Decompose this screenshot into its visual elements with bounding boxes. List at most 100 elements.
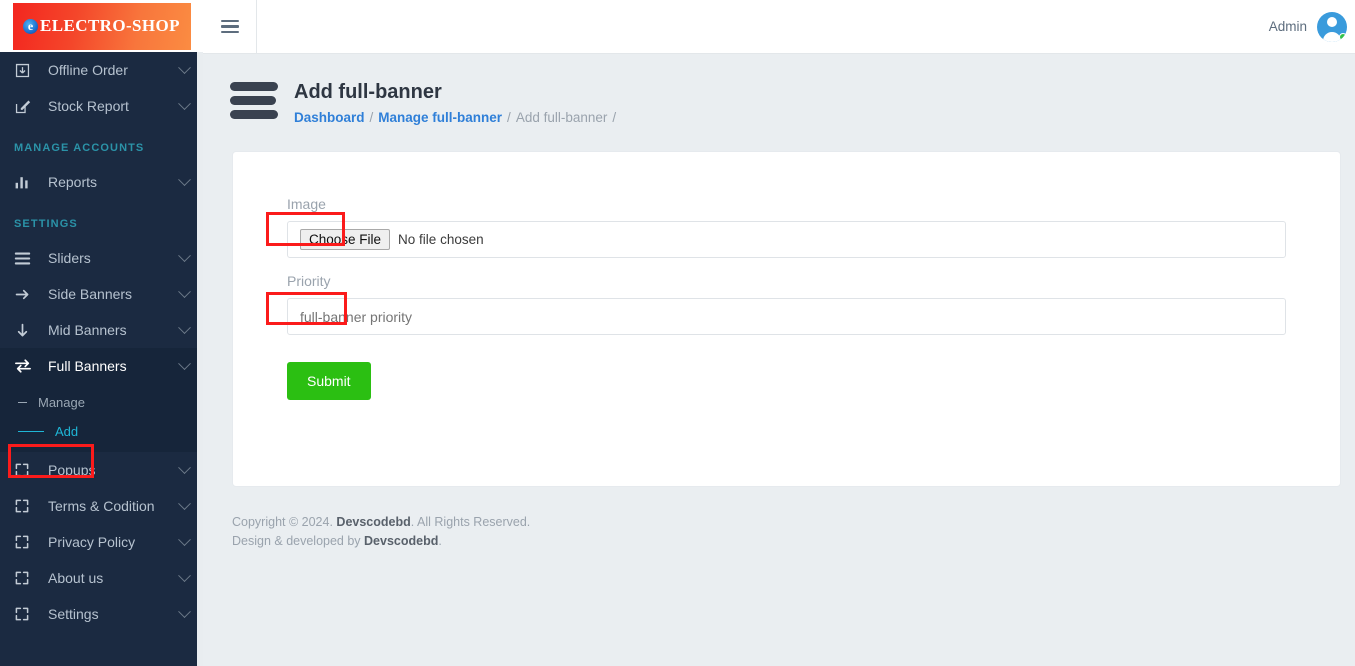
breadcrumb: Dashboard / Manage full-banner / Add ful… bbox=[294, 110, 616, 125]
sidebar-subitem-label: Manage bbox=[38, 395, 85, 410]
breadcrumb-dashboard[interactable]: Dashboard bbox=[294, 110, 365, 125]
page-header-bars-icon bbox=[230, 81, 278, 124]
page-header-text: Add full-banner Dashboard / Manage full-… bbox=[294, 80, 616, 125]
expand-arrows-icon bbox=[14, 605, 36, 623]
sidebar-item-label: Settings bbox=[48, 606, 99, 622]
sidebar-item-label: Side Banners bbox=[48, 286, 133, 302]
sidebar-item-settings[interactable]: Settings bbox=[0, 596, 203, 632]
sidebar-item-sliders[interactable]: Sliders bbox=[0, 240, 203, 276]
chevron-down-icon bbox=[178, 172, 191, 186]
sidebar-item-terms-condition[interactable]: Terms & Codition bbox=[0, 488, 203, 524]
sidebar-item-label: Sliders bbox=[48, 250, 91, 266]
menu-toggle-button[interactable] bbox=[203, 0, 257, 54]
footer-brand: Devscodebd bbox=[336, 515, 411, 529]
chevron-down-icon bbox=[178, 568, 191, 582]
breadcrumb-separator: / bbox=[369, 110, 374, 125]
hamburger-icon bbox=[220, 17, 239, 37]
avatar-head bbox=[1327, 16, 1337, 27]
page-header: Add full-banner Dashboard / Manage full-… bbox=[203, 54, 1355, 125]
sidebar-scrollbar[interactable] bbox=[197, 52, 203, 666]
footer-brand: Devscodebd bbox=[364, 534, 439, 549]
breadcrumb-manage-full-banner[interactable]: Manage full-banner bbox=[378, 110, 502, 125]
sidebar-item-privacy-policy[interactable]: Privacy Policy bbox=[0, 524, 203, 560]
submit-button[interactable]: Submit bbox=[287, 362, 371, 400]
chevron-down-icon bbox=[178, 496, 191, 510]
breadcrumb-separator-trailing: / bbox=[612, 110, 617, 125]
sidebar-section-settings: SETTINGS bbox=[14, 218, 78, 230]
breadcrumb-separator: / bbox=[507, 110, 511, 125]
chevron-down-icon bbox=[178, 248, 191, 262]
expand-arrows-icon bbox=[14, 569, 36, 587]
arrow-down-icon bbox=[14, 321, 36, 339]
sidebar-item-label: About us bbox=[48, 570, 104, 586]
sidebar-item-label: Full Banners bbox=[48, 358, 127, 374]
sidebar-subitem-label: Add bbox=[55, 424, 79, 439]
sidebar-item-label: Offline Order bbox=[48, 62, 128, 78]
priority-label: Priority bbox=[287, 273, 331, 289]
user-menu[interactable]: Admin bbox=[1268, 11, 1355, 42]
sidebar-item-label: Reports bbox=[48, 174, 98, 190]
chevron-down-icon bbox=[178, 356, 191, 370]
breadcrumb-current: Add full-banner bbox=[515, 110, 608, 125]
edit-square-icon bbox=[14, 97, 36, 115]
sidebar-item-mid-banners[interactable]: Mid Banners bbox=[0, 312, 203, 348]
sidebar-item-popups[interactable]: Popups bbox=[0, 452, 203, 488]
arrow-right-icon bbox=[14, 285, 36, 303]
sidebar-item-label: Stock Report bbox=[48, 98, 129, 114]
choose-file-button[interactable]: Choose File bbox=[300, 229, 391, 250]
sidebar-subitem-manage[interactable]: Manage bbox=[0, 388, 203, 417]
sidebar-item-label: Mid Banners bbox=[48, 322, 127, 338]
footer-copyright-pre: Copyright © 2024. bbox=[232, 515, 337, 529]
sidebar-section-manage-accounts: MANAGE ACCOUNTS bbox=[14, 142, 145, 154]
chevron-down-icon bbox=[178, 532, 191, 546]
footer: Copyright © 2024. Devscodebd. All Rights… bbox=[203, 487, 1355, 552]
sidebar-subitem-add[interactable]: Add bbox=[0, 417, 203, 446]
footer-copyright-line: Copyright © 2024. Devscodebd. All Rights… bbox=[232, 513, 1355, 532]
dash-icon bbox=[18, 430, 44, 433]
status-online-dot bbox=[1339, 32, 1347, 41]
footer-credit-post: . bbox=[438, 534, 442, 549]
user-avatar-icon[interactable] bbox=[1317, 11, 1347, 42]
image-file-input[interactable]: Choose File No file chosen bbox=[287, 221, 1286, 258]
logo-gradient-plate: e ELECTRO-SHOP bbox=[12, 2, 191, 50]
footer-credit-pre: Design & developed by bbox=[232, 534, 365, 549]
sidebar-scroll-area: Offline Order Stock Report MANAGE ACCOUN… bbox=[0, 52, 203, 666]
priority-input[interactable] bbox=[287, 298, 1286, 335]
user-name-label: Admin bbox=[1268, 19, 1307, 34]
menu-lines-icon bbox=[14, 249, 36, 267]
sidebar-item-offline-order[interactable]: Offline Order bbox=[0, 52, 203, 88]
app-root: e ELECTRO-SHOP Offline Order Stock Repor… bbox=[0, 0, 1355, 666]
expand-arrows-icon bbox=[14, 461, 36, 479]
sidebar-item-reports[interactable]: Reports bbox=[0, 164, 203, 200]
page-title: Add full-banner bbox=[294, 81, 442, 103]
sidebar: e ELECTRO-SHOP Offline Order Stock Repor… bbox=[0, 0, 203, 666]
sidebar-item-label: Popups bbox=[48, 462, 96, 478]
main-area: Admin Add full-banner Dashboard / Manage… bbox=[203, 0, 1355, 666]
sidebar-item-about-us[interactable]: About us bbox=[0, 560, 203, 596]
logo-e-icon: e bbox=[23, 18, 39, 34]
expand-arrows-icon bbox=[14, 497, 36, 515]
add-full-banner-form: Image Choose File No file chosen Priorit… bbox=[233, 152, 1340, 400]
chevron-down-icon bbox=[178, 284, 191, 298]
exchange-arrows-icon bbox=[14, 357, 36, 375]
download-box-icon bbox=[14, 61, 36, 79]
topbar: Admin bbox=[203, 0, 1355, 54]
footer-copyright-post: . All Rights Reserved. bbox=[410, 515, 531, 529]
brand-logo[interactable]: e ELECTRO-SHOP bbox=[0, 0, 203, 52]
sidebar-item-label: Privacy Policy bbox=[48, 534, 136, 550]
expand-arrows-icon bbox=[14, 533, 36, 551]
image-label: Image bbox=[287, 196, 326, 212]
bar-chart-icon bbox=[14, 173, 36, 191]
sidebar-item-stock-report[interactable]: Stock Report bbox=[0, 88, 203, 124]
sidebar-submenu-full-banners: Manage Add bbox=[0, 384, 203, 452]
form-card: Image Choose File No file chosen Priorit… bbox=[232, 151, 1341, 487]
chevron-down-icon bbox=[178, 460, 191, 474]
dash-icon bbox=[18, 401, 27, 404]
sidebar-item-side-banners[interactable]: Side Banners bbox=[0, 276, 203, 312]
chevron-down-icon bbox=[178, 604, 191, 618]
sidebar-item-full-banners[interactable]: Full Banners bbox=[0, 348, 203, 384]
footer-credit-line: Design & developed by Devscodebd. bbox=[232, 532, 1355, 551]
chevron-down-icon bbox=[178, 96, 191, 110]
form-spacer bbox=[287, 258, 1286, 273]
chevron-down-icon bbox=[178, 60, 191, 74]
